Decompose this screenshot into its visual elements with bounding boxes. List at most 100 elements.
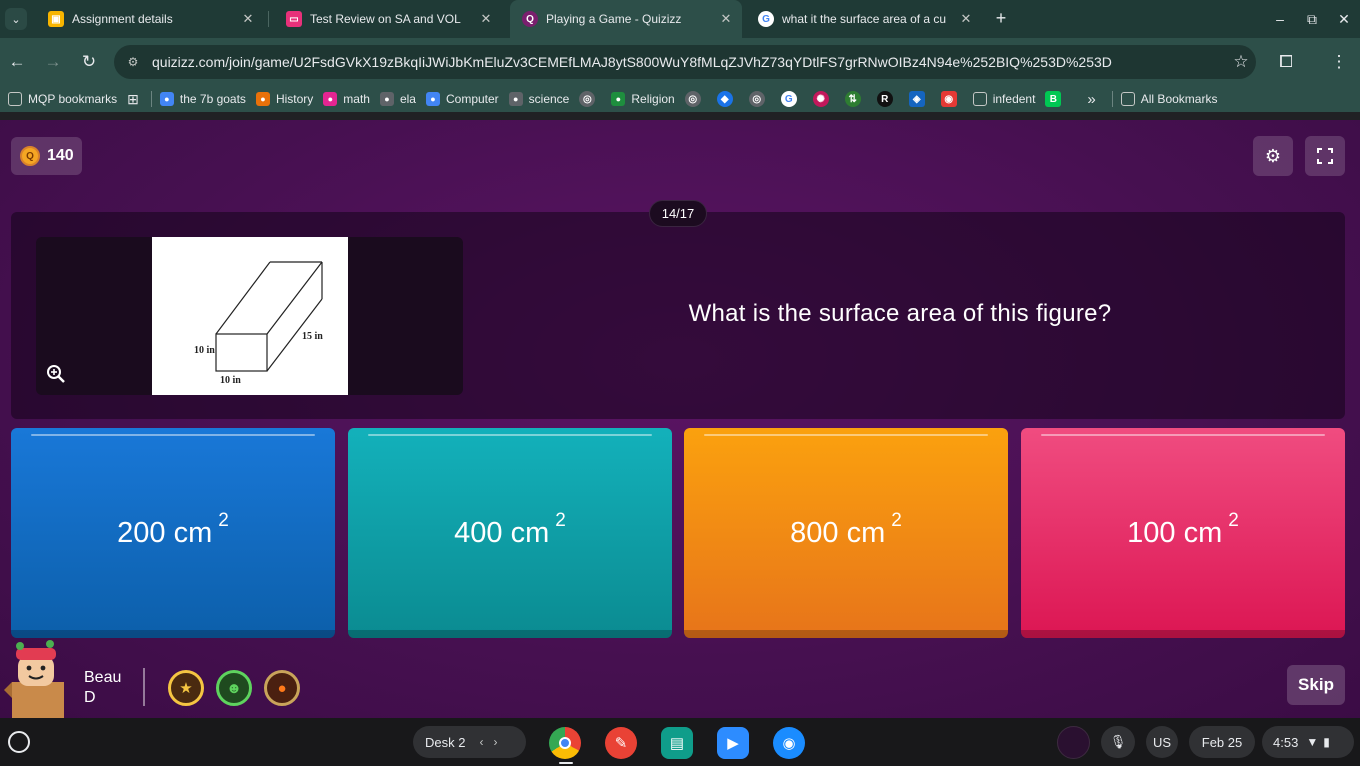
tab-assignment-details[interactable]: ▣ Assignment details ✕ — [36, 0, 264, 38]
desk-label: Desk 2 — [425, 734, 466, 750]
arrows-icon[interactable]: ⇅ — [844, 91, 861, 107]
tab-search-icon[interactable]: ⌄ — [5, 8, 27, 30]
classroom-icon: ● — [159, 92, 174, 106]
eye-app-icon[interactable]: ◉ — [773, 727, 805, 759]
zoom-app-icon[interactable]: ▶ — [717, 727, 749, 759]
google-icon[interactable]: G — [780, 91, 797, 107]
settings-button[interactable]: ⚙ — [1253, 136, 1293, 176]
folder-icon — [972, 92, 987, 106]
paint-app-icon[interactable]: ✎ — [605, 727, 637, 759]
address-bar[interactable]: ⚙ quizizz.com/join/game/U2FsdGVkX19zBkqI… — [114, 45, 1256, 79]
option-exponent: 2 — [1228, 510, 1239, 531]
option-text: 200 cm — [117, 516, 213, 549]
site-info-icon[interactable]: ⚙ — [120, 55, 146, 69]
bookmark-label: Computer — [445, 92, 499, 106]
classroom-app-icon[interactable]: ▤ — [661, 727, 693, 759]
bookmark-science[interactable]: ● science — [508, 92, 570, 106]
game-icon[interactable]: ◉ — [940, 91, 957, 107]
answer-option-2[interactable]: 400 cm 2 — [348, 428, 672, 638]
battery-icon: ▮ — [1323, 735, 1330, 749]
tab-close-icon[interactable]: ✕ — [956, 11, 976, 27]
back-arrow-icon[interactable]: ← — [5, 50, 29, 74]
answer-option-1[interactable]: 200 cm 2 — [11, 428, 335, 638]
powerup-streak-icon[interactable]: ★ — [168, 670, 204, 706]
os-shelf: Desk 2 ‹ › ✎ ▤ ▶ ◉ 🎙 US Feb 25 4:53 ▼ ▮ — [0, 718, 1360, 766]
globe-icon[interactable]: ◎ — [748, 91, 765, 107]
google-favicon-icon: G — [758, 11, 774, 27]
globe-icon[interactable]: ◎ — [579, 91, 596, 107]
input-language[interactable]: US — [1146, 726, 1178, 758]
skip-button[interactable]: Skip — [1287, 665, 1345, 705]
bookmarks-overflow-icon[interactable]: » — [1087, 91, 1095, 108]
tab-close-icon[interactable]: ✕ — [238, 11, 258, 27]
chrome-app-icon[interactable] — [549, 727, 581, 759]
microphone-icon[interactable]: 🎙 — [1101, 726, 1135, 758]
active-app-indicator — [559, 762, 573, 764]
fullscreen-icon — [1317, 148, 1333, 164]
roblox-icon[interactable]: R — [876, 91, 893, 107]
desk-next-icon[interactable]: › — [493, 735, 497, 749]
tab-google-search[interactable]: G what it the surface area of a cu ✕ — [746, 0, 982, 38]
player-first-name: Beau — [84, 669, 122, 686]
tab-test-review[interactable]: ▭ Test Review on SA and VOL ✕ — [274, 0, 502, 38]
bookmark-label: the 7b goats — [179, 92, 246, 106]
desk-prev-icon[interactable]: ‹ — [479, 735, 483, 749]
url-text[interactable]: quizizz.com/join/game/U2FsdGVkX19zBkqIiJ… — [146, 54, 1226, 70]
slides-favicon-icon: ▭ — [286, 11, 302, 27]
tab-close-icon[interactable]: ✕ — [476, 11, 496, 27]
tab-close-icon[interactable]: ✕ — [716, 11, 736, 27]
close-window-icon[interactable]: ✕ — [1328, 0, 1360, 38]
bookmark-infedent[interactable]: infedent — [972, 92, 1035, 106]
status-circle[interactable] — [1057, 726, 1090, 759]
score-badge: Q 140 — [11, 137, 82, 175]
height-label: 10 in — [194, 345, 215, 356]
bookmark-label: science — [528, 92, 570, 106]
depth-label: 15 in — [302, 331, 323, 342]
new-tab-button[interactable]: + — [990, 8, 1012, 30]
bookmark-label: ela — [399, 92, 416, 106]
window-controls: – ⧉ ✕ — [1264, 0, 1360, 38]
bookmark-ela[interactable]: ● ela — [379, 92, 416, 106]
bookmark-divider — [150, 91, 152, 107]
answer-option-4[interactable]: 100 cm 2 — [1021, 428, 1345, 638]
bookmark-mqp[interactable]: MQP bookmarks — [8, 92, 117, 106]
bookmark-history[interactable]: ● History — [255, 92, 313, 106]
powerup-mask-icon[interactable]: ☻ — [216, 670, 252, 706]
fullscreen-button[interactable] — [1305, 136, 1345, 176]
minimize-icon[interactable]: – — [1264, 0, 1296, 38]
zoom-in-icon[interactable] — [46, 364, 66, 384]
restore-icon[interactable]: ⧉ — [1296, 0, 1328, 38]
score-value: 140 — [47, 147, 74, 164]
launcher-icon[interactable] — [8, 731, 30, 753]
browser-menu-icon[interactable]: ⋮ — [1327, 50, 1351, 74]
pinwheel-icon[interactable]: ✺ — [812, 91, 829, 107]
date-display[interactable]: Feb 25 — [1189, 726, 1255, 758]
question-image[interactable]: 10 in 10 in 15 in — [36, 237, 463, 395]
reload-icon[interactable]: ↻ — [77, 50, 101, 74]
classroom-icon: ● — [323, 92, 338, 106]
extensions-icon[interactable]: ⧠ — [1274, 50, 1298, 74]
player-divider — [143, 668, 145, 706]
globe-icon[interactable]: ◎ — [684, 91, 701, 107]
option-exponent: 2 — [555, 510, 566, 531]
tab-quizizz[interactable]: Q Playing a Game - Quizizz ✕ — [510, 0, 742, 38]
apps-grid-icon[interactable]: ⊞ — [127, 91, 139, 108]
bookmark-star-icon[interactable]: ☆ — [1226, 52, 1256, 72]
shield-icon[interactable]: ◈ — [908, 91, 925, 107]
bookmark-7b-goats[interactable]: ● the 7b goats — [159, 92, 246, 106]
bookmarks-bar: MQP bookmarks ⊞ ● the 7b goats ● History ●… — [0, 86, 1360, 112]
b-app-icon[interactable]: B — [1045, 91, 1062, 107]
powerup-fire-icon[interactable]: ● — [264, 670, 300, 706]
folder-icon — [1120, 92, 1135, 106]
bookmark-math[interactable]: ● math — [323, 92, 370, 106]
tab-title: Assignment details — [72, 12, 173, 26]
bookmark-computer[interactable]: ● Computer — [425, 92, 499, 106]
desk-switcher[interactable]: Desk 2 ‹ › — [413, 726, 526, 758]
answer-option-3[interactable]: 800 cm 2 — [684, 428, 1008, 638]
drive-icon[interactable]: ◆ — [716, 91, 733, 107]
option-exponent: 2 — [218, 510, 229, 531]
bookmark-religion[interactable]: ● Religion — [611, 92, 675, 106]
all-bookmarks[interactable]: All Bookmarks — [1120, 92, 1217, 106]
system-tray[interactable]: 4:53 ▼ ▮ — [1262, 726, 1354, 758]
forward-arrow-icon[interactable]: → — [41, 50, 65, 74]
